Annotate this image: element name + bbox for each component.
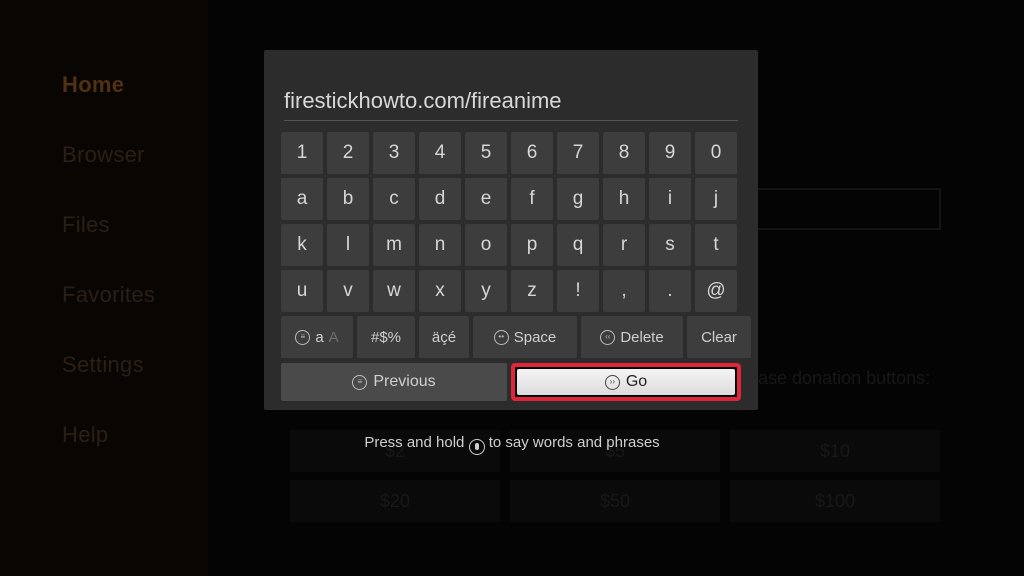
key-8[interactable]: 8 [603, 132, 645, 174]
key-o[interactable]: o [465, 224, 507, 266]
key-![interactable]: ! [557, 270, 599, 312]
key-3[interactable]: 3 [373, 132, 415, 174]
key-l[interactable]: l [327, 224, 369, 266]
key-9[interactable]: 9 [649, 132, 691, 174]
onscreen-keyboard: firestickhowto.com/fireanime 1234567890 a… [264, 50, 758, 410]
key-p[interactable]: p [511, 224, 553, 266]
symbols-key[interactable]: #$% [357, 316, 415, 358]
key-5[interactable]: 5 [465, 132, 507, 174]
key-x[interactable]: x [419, 270, 461, 312]
key-a[interactable]: a [281, 178, 323, 220]
back-icon: ≡ [352, 375, 367, 390]
key-@[interactable]: @ [695, 270, 737, 312]
key-n[interactable]: n [419, 224, 461, 266]
key-d[interactable]: d [419, 178, 461, 220]
delete-label: Delete [620, 329, 663, 346]
go-label: Go [626, 373, 647, 391]
key-.[interactable]: . [649, 270, 691, 312]
clear-key[interactable]: Clear [687, 316, 751, 358]
key-f[interactable]: f [511, 178, 553, 220]
key-g[interactable]: g [557, 178, 599, 220]
key-0[interactable]: 0 [695, 132, 737, 174]
key-y[interactable]: y [465, 270, 507, 312]
key-1[interactable]: 1 [281, 132, 323, 174]
key-r[interactable]: r [603, 224, 645, 266]
space-label: Space [514, 329, 557, 346]
hint-before: Press and hold [364, 434, 464, 451]
key-b[interactable]: b [327, 178, 369, 220]
key-j[interactable]: j [695, 178, 737, 220]
previous-label: Previous [373, 373, 435, 391]
voice-hint: Press and hold to say words and phrases [0, 434, 1024, 455]
key-v[interactable]: v [327, 270, 369, 312]
key-q[interactable]: q [557, 224, 599, 266]
key-k[interactable]: k [281, 224, 323, 266]
menu-icon: ≡ [295, 330, 310, 345]
key-2[interactable]: 2 [327, 132, 369, 174]
key-w[interactable]: w [373, 270, 415, 312]
key-4[interactable]: 4 [419, 132, 461, 174]
key-z[interactable]: z [511, 270, 553, 312]
play-pause-icon: •• [494, 330, 509, 345]
go-button-highlight: ›› Go [511, 363, 741, 401]
key-m[interactable]: m [373, 224, 415, 266]
accents-key[interactable]: äçé [419, 316, 469, 358]
rewind-icon: ‹‹ [600, 330, 615, 345]
forward-icon: ›› [605, 375, 620, 390]
go-button[interactable]: ›› Go [517, 369, 735, 395]
mic-icon [469, 439, 485, 455]
case-lower-label: a [315, 329, 323, 346]
key-6[interactable]: 6 [511, 132, 553, 174]
delete-key[interactable]: ‹‹ Delete [581, 316, 683, 358]
key-e[interactable]: e [465, 178, 507, 220]
keyboard-grid: 1234567890 abcdefghij klmnopqrst uvwxyz!,.@ [281, 132, 737, 312]
key-c[interactable]: c [373, 178, 415, 220]
space-key[interactable]: •• Space [473, 316, 577, 358]
keyboard-nav-row: ≡ Previous ›› Go [281, 363, 741, 401]
previous-button[interactable]: ≡ Previous [281, 363, 507, 401]
keyboard-function-row: ≡ aA #$% äçé •• Space ‹‹ Delete Clear [281, 316, 751, 358]
key-u[interactable]: u [281, 270, 323, 312]
key-h[interactable]: h [603, 178, 645, 220]
key-i[interactable]: i [649, 178, 691, 220]
hint-after: to say words and phrases [489, 434, 660, 451]
case-toggle-key[interactable]: ≡ aA [281, 316, 353, 358]
key-,[interactable]: , [603, 270, 645, 312]
case-upper-label: A [329, 329, 339, 346]
key-s[interactable]: s [649, 224, 691, 266]
url-input[interactable]: firestickhowto.com/fireanime [284, 88, 738, 121]
key-7[interactable]: 7 [557, 132, 599, 174]
key-t[interactable]: t [695, 224, 737, 266]
